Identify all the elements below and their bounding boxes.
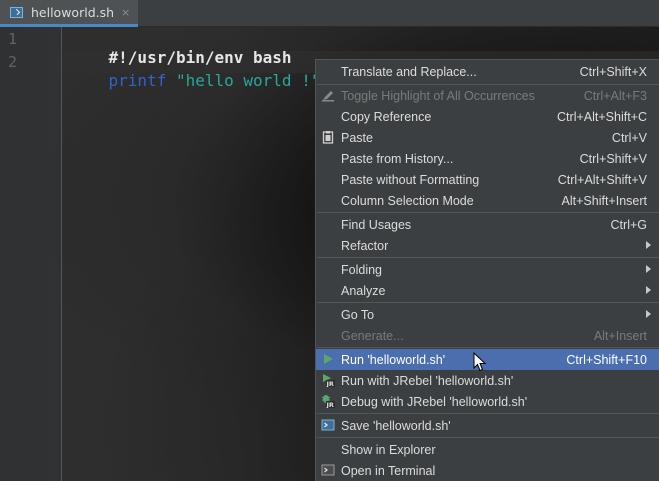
menu-item-shortcut: Ctrl+Shift+F10 (566, 352, 647, 367)
string-literal: "hello world !" (175, 71, 321, 90)
run-icon (324, 354, 333, 364)
line-number-gutter: 1 2 (0, 27, 62, 481)
menu-item-label: Analyze (341, 283, 386, 298)
menu-item-label: Open in Terminal (341, 463, 436, 478)
jrebel-debug-icon: JR (321, 395, 335, 408)
menu-item-label: Run with JRebel 'helloworld.sh' (341, 373, 514, 388)
menu-item-shortcut: Alt+Insert (593, 328, 647, 343)
menu-separator (317, 302, 659, 303)
menu-item-paste-without-formatting[interactable]: Paste without Formatting Ctrl+Alt+Shift+… (316, 169, 659, 190)
keyword-printf: printf (108, 71, 167, 90)
menu-item-label: Show in Explorer (341, 442, 436, 457)
menu-item-shortcut: Ctrl+Shift+V (579, 151, 647, 166)
menu-item-find-usages[interactable]: Find Usages Ctrl+G (316, 214, 659, 235)
menu-item-label: Paste (341, 130, 373, 145)
submenu-arrow-icon (646, 310, 651, 318)
menu-separator (317, 257, 659, 258)
menu-item-label: Go To (341, 307, 375, 322)
menu-item-label: Find Usages (341, 217, 412, 232)
menu-item-shortcut: Ctrl+V (611, 130, 647, 145)
menu-item-refactor[interactable]: Refactor (316, 235, 659, 256)
menu-item-shortcut: Alt+Shift+Insert (561, 193, 647, 208)
submenu-arrow-icon (646, 241, 651, 249)
jrebel-run-icon: JR (323, 374, 335, 387)
menu-item-label: Refactor (341, 238, 389, 253)
mouse-pointer-icon (473, 352, 487, 372)
close-icon[interactable]: × (121, 6, 130, 19)
menu-item-shortcut: Ctrl+Alt+F3 (583, 88, 647, 103)
menu-item-column-selection-mode[interactable]: Column Selection Mode Alt+Shift+Insert (316, 190, 659, 211)
ide-window: helloworld.sh × 1 2 #!/usr/bin/env bash … (0, 0, 659, 481)
menu-item-label: Generate... (341, 328, 404, 343)
menu-item-label: Paste from History... (341, 151, 454, 166)
menu-item-run-helloworld[interactable]: Run 'helloworld.sh' Ctrl+Shift+F10 (316, 349, 659, 370)
line-number: 2 (8, 53, 18, 71)
menu-item-label: Translate and Replace... (341, 64, 477, 79)
menu-separator (317, 413, 659, 414)
menu-item-label: Folding (341, 262, 382, 277)
shell-script-icon (321, 419, 335, 431)
line-number: 1 (8, 30, 18, 48)
menu-item-label: Paste without Formatting (341, 172, 480, 187)
menu-item-shortcut: Ctrl+Alt+Shift+C (557, 109, 647, 124)
submenu-arrow-icon (646, 265, 651, 273)
menu-item-copy-reference[interactable]: Copy Reference Ctrl+Alt+Shift+C (316, 106, 659, 127)
menu-item-debug-with-jrebel[interactable]: JR Debug with JRebel 'helloworld.sh' (316, 391, 659, 412)
menu-item-analyze[interactable]: Analyze (316, 280, 659, 301)
menu-item-label: Save 'helloworld.sh' (341, 418, 451, 433)
shell-script-icon (10, 6, 23, 18)
tab-label: helloworld.sh (31, 4, 115, 20)
menu-item-folding[interactable]: Folding (316, 259, 659, 280)
menu-item-translate-and-replace[interactable]: Translate and Replace... Ctrl+Shift+X (316, 61, 659, 82)
menu-item-shortcut: Ctrl+G (610, 217, 647, 232)
clipboard-icon (322, 131, 334, 144)
menu-item-open-in-terminal[interactable]: Open in Terminal (316, 460, 659, 481)
menu-item-generate[interactable]: Generate... Alt+Insert (316, 325, 659, 346)
svg-text:JR: JR (326, 380, 334, 387)
menu-separator (317, 347, 659, 348)
submenu-arrow-icon (646, 286, 651, 294)
menu-item-label: Run 'helloworld.sh' (341, 352, 446, 367)
editor-tab-bar: helloworld.sh × (0, 0, 659, 27)
editor-context-menu: Translate and Replace... Ctrl+Shift+X To… (315, 59, 659, 481)
menu-item-label: Debug with JRebel 'helloworld.sh' (341, 394, 528, 409)
menu-item-show-in-explorer[interactable]: Show in Explorer (316, 439, 659, 460)
svg-text:JR: JR (326, 401, 334, 408)
menu-item-label: Column Selection Mode (341, 193, 474, 208)
menu-item-run-with-jrebel[interactable]: JR Run with JRebel 'helloworld.sh' (316, 370, 659, 391)
menu-item-label: Copy Reference (341, 109, 432, 124)
menu-separator (317, 437, 659, 438)
menu-item-label: Toggle Highlight of All Occurrences (341, 88, 535, 103)
menu-separator (317, 212, 659, 213)
highlighter-icon (322, 91, 334, 102)
menu-item-paste[interactable]: Paste Ctrl+V (316, 127, 659, 148)
menu-item-shortcut: Ctrl+Alt+Shift+V (557, 172, 647, 187)
menu-item-toggle-highlight[interactable]: Toggle Highlight of All Occurrences Ctrl… (316, 85, 659, 106)
menu-item-go-to[interactable]: Go To (316, 304, 659, 325)
menu-item-shortcut: Ctrl+Shift+X (579, 64, 647, 79)
menu-item-paste-from-history[interactable]: Paste from History... Ctrl+Shift+V (316, 148, 659, 169)
tab-helloworld-sh[interactable]: helloworld.sh × (0, 0, 138, 27)
terminal-icon (321, 464, 335, 476)
code-line-2[interactable]: printf "hello world !" (70, 52, 321, 109)
menu-item-save-helloworld[interactable]: Save 'helloworld.sh' (316, 415, 659, 436)
